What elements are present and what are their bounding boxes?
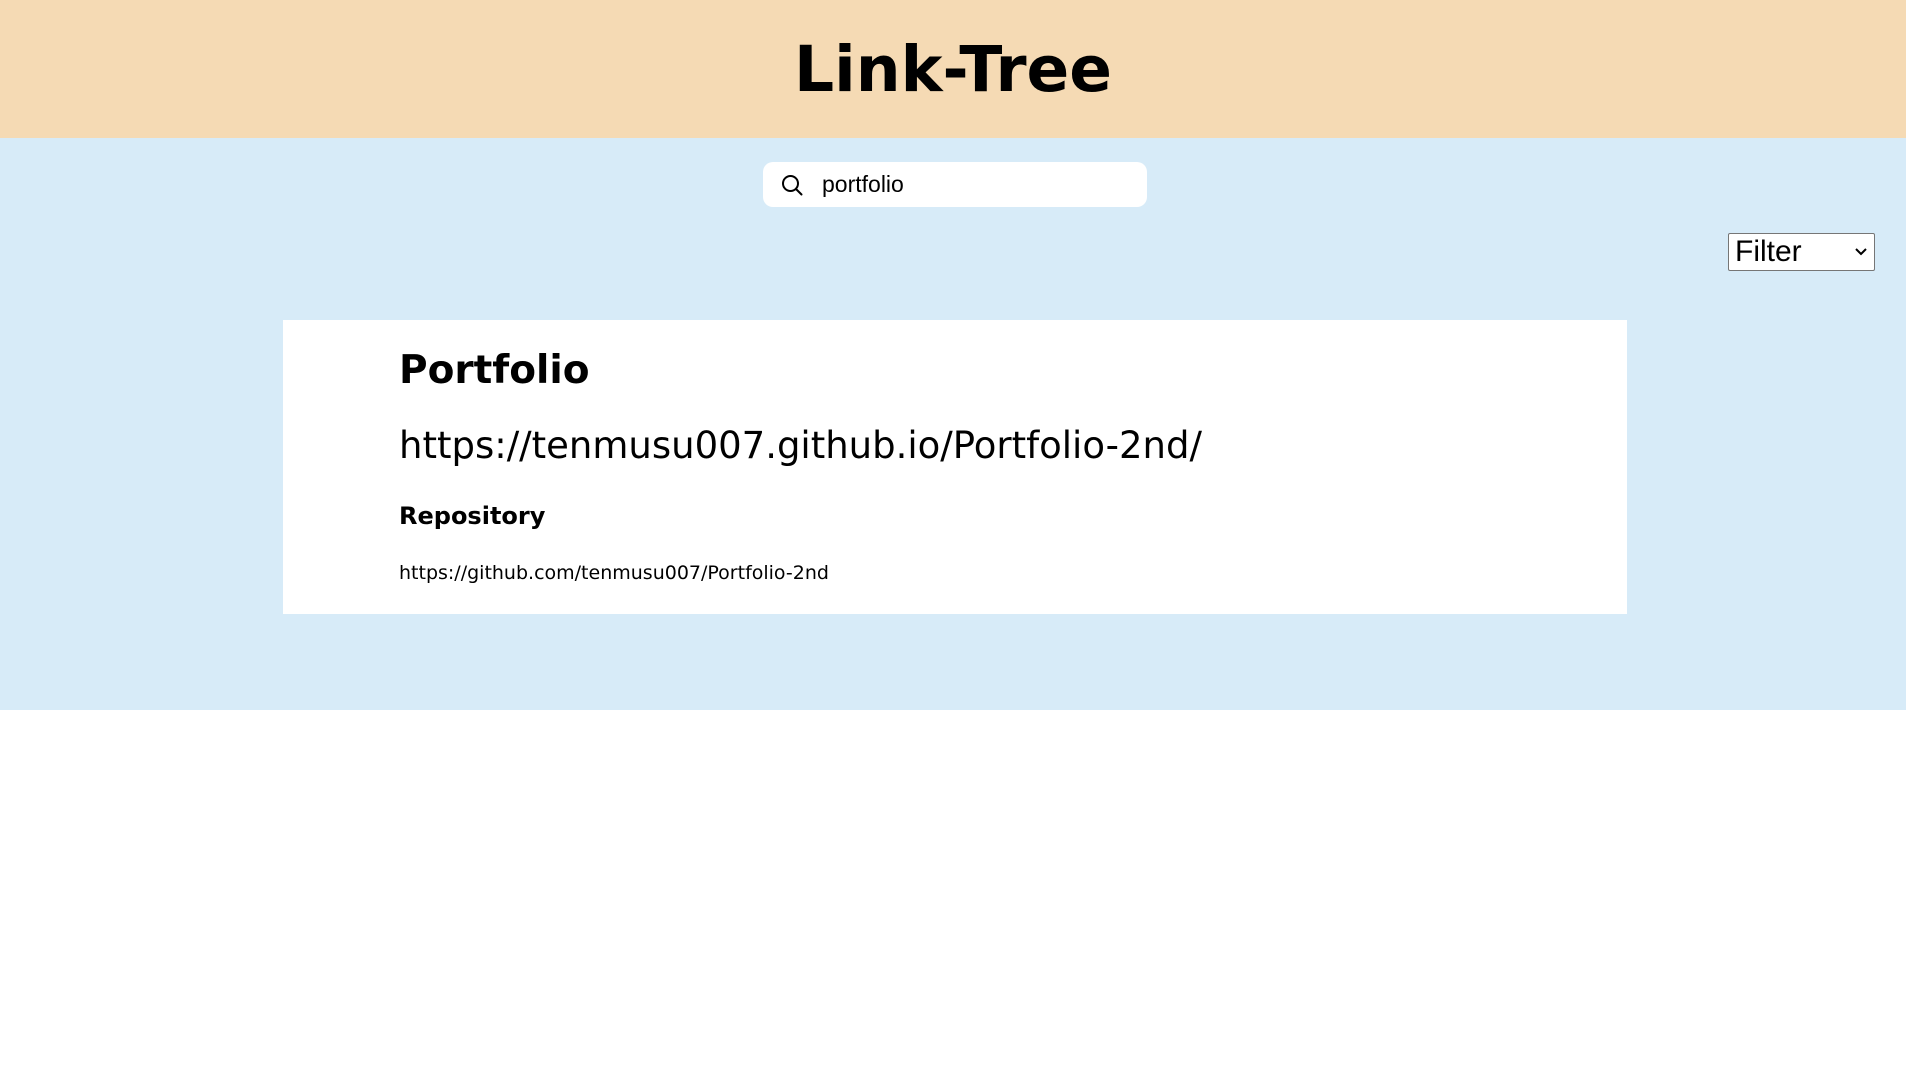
chevron-down-icon [1854, 245, 1868, 259]
filter-dropdown[interactable]: Filter [1728, 233, 1875, 271]
site-link[interactable]: https://tenmusu007.github.io/Portfolio-2… [399, 424, 1202, 468]
repository-heading: Repository [399, 502, 546, 530]
link-card: Portfolio https://tenmusu007.github.io/P… [283, 320, 1627, 614]
site-header: Link-Tree [0, 0, 1906, 138]
card-title: Portfolio [399, 348, 590, 393]
repository-link[interactable]: https://github.com/tenmusu007/Portfolio-… [399, 562, 829, 585]
search-bar[interactable] [763, 162, 1147, 207]
site-title: Link-Tree [794, 32, 1112, 106]
search-icon [779, 172, 805, 198]
filter-selected-value: Filter [1735, 235, 1802, 268]
search-input[interactable] [822, 171, 1122, 198]
main-content: Filter Portfolio https://tenmusu007.gith… [0, 138, 1906, 710]
